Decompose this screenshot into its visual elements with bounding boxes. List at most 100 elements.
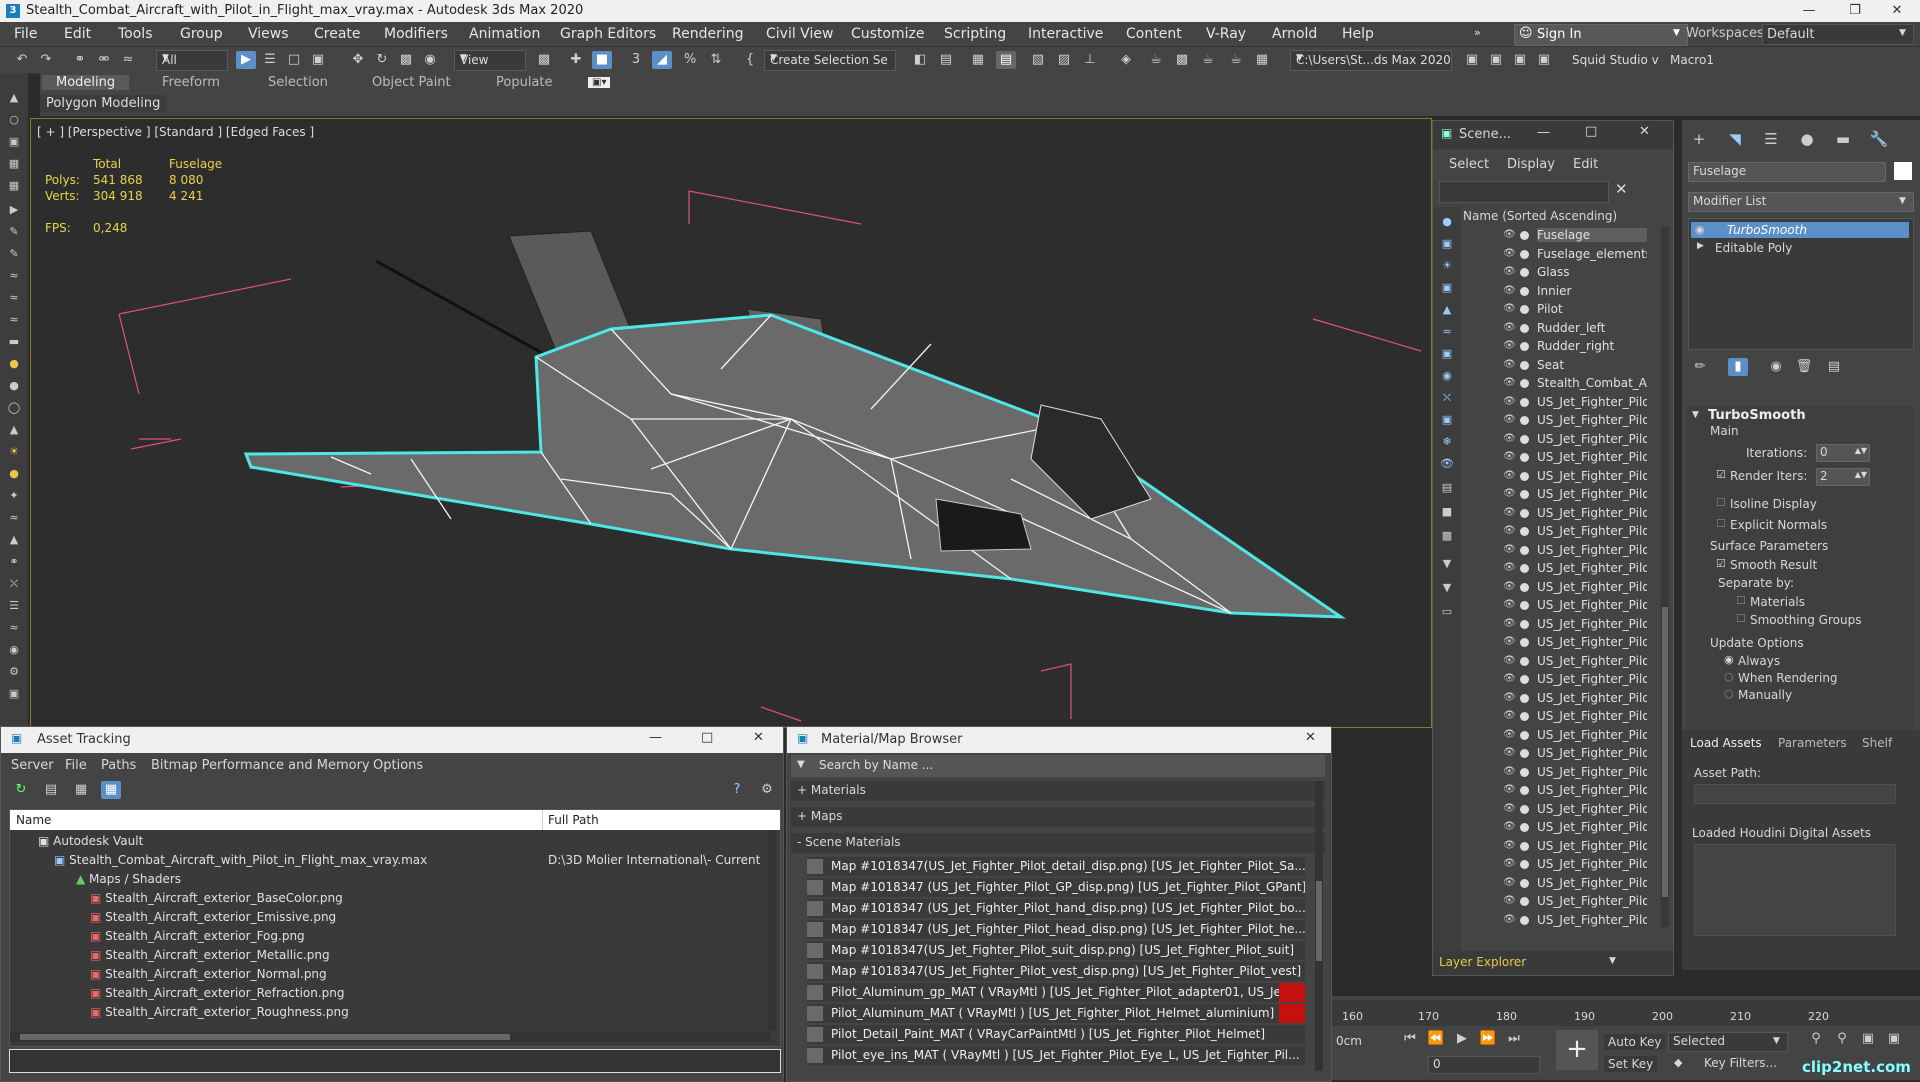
menu-content[interactable]: Content [1126, 26, 1182, 42]
render-iters-checkbox[interactable]: ☑ [1716, 468, 1726, 481]
paint-select-icon[interactable]: ○ [5, 113, 23, 127]
key-filters-button[interactable]: Key Filters... [1704, 1056, 1777, 1070]
scene-object-row[interactable]: 👁 US_Jet_Fighter_Pilo [1503, 708, 1661, 726]
rollout-title[interactable]: TurboSmooth [1708, 408, 1806, 423]
refresh-icon[interactable]: ↻ [11, 781, 31, 799]
system-icon[interactable]: ▲ [5, 533, 23, 547]
visibility-icon[interactable]: ◉ [1695, 223, 1705, 236]
scene-object-row[interactable]: 👁 US_Jet_Fighter_Pilo [1503, 690, 1661, 708]
scene-object-row[interactable]: 👁 US_Jet_Fighter_Pilo [1503, 431, 1661, 449]
close-icon[interactable]: ✕ [1639, 124, 1650, 139]
display-hidden-icon[interactable]: 👁 [1438, 457, 1456, 471]
object-color-swatch[interactable] [1894, 162, 1912, 180]
settings-icon[interactable]: ⚙ [757, 781, 777, 799]
material-row[interactable]: Pilot_Detail_Paint_MAT ( VRayCarPaintMtl… [807, 1025, 1305, 1045]
sphere-icon[interactable]: ● [5, 357, 23, 371]
manually-radio[interactable]: ○ [1724, 687, 1734, 700]
freeze-icon[interactable] [1520, 897, 1529, 906]
scene-object-row[interactable]: 👁 US_Jet_Fighter_Pilo [1503, 838, 1661, 856]
visibility-icon[interactable]: 👁 [1503, 599, 1516, 610]
helper-icon[interactable]: ✦ [5, 489, 23, 503]
scene-object-row[interactable]: 👁 US_Jet_Fighter_Pilo [1503, 412, 1661, 430]
freeze-icon[interactable] [1520, 416, 1529, 425]
play-icon[interactable]: ▶ [1452, 1030, 1472, 1048]
menu-graph-editors[interactable]: Graph Editors [560, 26, 656, 42]
when-rendering-radio[interactable]: ○ [1724, 670, 1734, 683]
remove-modifier-icon[interactable]: 🗑 [1794, 358, 1814, 376]
stack-item-editable-poly[interactable]: ▶ Editable Poly [1691, 240, 1909, 256]
table-row[interactable]: ▣ Stealth_Aircraft_exterior_BaseColor.pn… [90, 891, 343, 909]
material-editor-icon[interactable]: ◈ [1116, 51, 1136, 69]
selection-filter-dropdown[interactable]: All ▼ [156, 50, 228, 71]
scene-object-row[interactable]: 👁 US_Jet_Fighter_Pilo [1503, 782, 1661, 800]
scene-object-row[interactable]: 👁 Innier [1503, 283, 1661, 301]
freeze-icon[interactable] [1520, 527, 1529, 536]
project-path-dropdown[interactable]: C:\Users\St...ds Max 2020 ▼ [1290, 50, 1452, 71]
maximize-viewport-icon[interactable]: ▣ [1884, 1030, 1904, 1048]
workspace-dropdown[interactable]: Default ▼ [1762, 24, 1914, 45]
visibility-icon[interactable]: 👁 [1503, 840, 1516, 851]
freeze-icon[interactable] [1520, 675, 1529, 684]
visibility-icon[interactable]: 👁 [1503, 507, 1516, 518]
redo-icon[interactable]: ↷ [36, 51, 56, 69]
grid-icon[interactable]: ▦ [5, 157, 23, 171]
freeze-icon[interactable] [1520, 453, 1529, 462]
material-row[interactable]: Map #1018347 (US_Jet_Fighter_Pilot_head_… [807, 920, 1305, 940]
modifier-list-dropdown[interactable]: Modifier List ▼ [1688, 192, 1914, 212]
menu-interactive[interactable]: Interactive [1028, 26, 1103, 42]
group-maps[interactable]: + Maps [791, 807, 1325, 827]
visibility-icon[interactable]: 👁 [1503, 692, 1516, 703]
visibility-icon[interactable]: 👁 [1503, 821, 1516, 832]
scene-object-row[interactable]: 👁 Glass [1503, 264, 1661, 282]
visibility-icon[interactable]: 👁 [1503, 285, 1516, 296]
align-icon[interactable]: ▤ [936, 51, 956, 69]
materials-checkbox[interactable]: ☐ [1736, 594, 1746, 607]
motion-tab-icon[interactable]: ● [1796, 130, 1818, 150]
link-icon[interactable]: ⚭ [5, 555, 23, 569]
set-key-button[interactable]: Set Key [1604, 1056, 1658, 1072]
freeze-icon[interactable] [1520, 656, 1529, 666]
help-icon[interactable]: ? [727, 781, 747, 799]
ribbon-toggle-icon[interactable]: ▧ [1028, 51, 1048, 69]
table-row[interactable]: ▣ Stealth_Aircraft_exterior_Roughness.pn… [90, 1005, 349, 1023]
freeze-icon[interactable] [1520, 268, 1529, 277]
collapse-icon[interactable]: ▼ [1692, 410, 1699, 420]
table-view-icon[interactable]: ▦ [101, 781, 121, 799]
scene-object-row[interactable]: 👁 US_Jet_Fighter_Pilo [1503, 653, 1661, 671]
scene-object-row[interactable]: 👁 US_Jet_Fighter_Pilo [1503, 727, 1661, 745]
freeze-icon[interactable] [1520, 564, 1529, 573]
smoothing-groups-checkbox[interactable]: ☐ [1736, 612, 1746, 625]
link-icon[interactable]: ⚭ [70, 51, 90, 69]
display-spacewarps-icon[interactable]: ≈ [1438, 325, 1456, 339]
freeze-icon[interactable] [1520, 305, 1529, 314]
chevron-down-icon[interactable]: ▼ [1609, 956, 1616, 966]
visibility-icon[interactable]: 👁 [1503, 655, 1516, 666]
time-ruler[interactable]: 160 170 180 190 200 210 220 [1332, 1000, 1920, 1026]
minimize-icon[interactable]: — [1786, 0, 1832, 22]
table-row[interactable]: ▲ Maps / Shaders [76, 872, 181, 890]
mirror-icon[interactable]: ◧ [910, 51, 930, 69]
visibility-icon[interactable]: 👁 [1503, 673, 1516, 684]
asset-vertical-scrollbar[interactable] [768, 830, 776, 1030]
maximize-icon[interactable]: □ [701, 730, 713, 745]
display-all-icon[interactable]: ▤ [1438, 481, 1456, 495]
sun-icon[interactable]: ● [5, 467, 23, 481]
scene-object-row[interactable]: 👁 US_Jet_Fighter_Pilo [1503, 505, 1661, 523]
flatten-icon[interactable]: ▬ [5, 335, 23, 349]
freeze-icon[interactable] [1520, 823, 1529, 832]
menu-rendering[interactable]: Rendering [672, 26, 744, 42]
project-folder-icon[interactable]: ▣ [1462, 51, 1482, 69]
expand-icon[interactable]: ▶ [1697, 241, 1704, 251]
material-row[interactable]: Map #1018347(US_Jet_Fighter_Pilot_suit_d… [807, 941, 1305, 961]
table-row[interactable]: ▣ Autodesk Vault [38, 834, 143, 852]
menu-customize[interactable]: Customize [851, 26, 925, 42]
tab-populate[interactable]: Populate [496, 75, 553, 90]
scene-menu-select[interactable]: Select [1449, 157, 1489, 172]
visibility-icon[interactable]: 👁 [1503, 895, 1516, 906]
rotate-icon[interactable]: ↻ [372, 51, 392, 69]
freeze-icon[interactable] [1520, 860, 1529, 869]
tab-shelf[interactable]: Shelf [1862, 736, 1892, 750]
stack-item-turbosmooth[interactable]: ◉ TurboSmooth [1691, 222, 1909, 238]
project-settings-icon[interactable]: ▣ [1534, 51, 1554, 69]
scene-object-row[interactable]: 👁 US_Jet_Fighter_Pilo [1503, 597, 1661, 615]
